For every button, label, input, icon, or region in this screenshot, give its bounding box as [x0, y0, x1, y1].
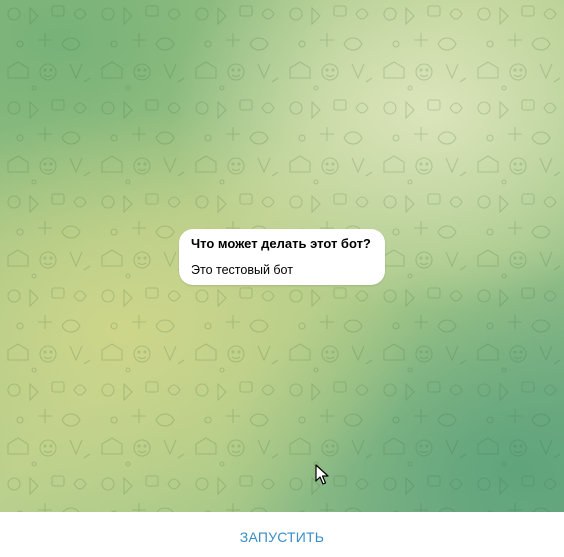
bot-info-description: Это тестовый бот — [191, 263, 293, 277]
telegram-chat-window: Что может делать этот бот? Это тестовый … — [0, 0, 564, 557]
bot-info-bubble: Что может делать этот бот? Это тестовый … — [179, 229, 385, 285]
mouse-pointer-icon — [315, 464, 329, 485]
bottom-action-bar: ЗАПУСТИТЬ — [0, 512, 564, 557]
bot-info-title: Что может делать этот бот? — [191, 236, 371, 251]
start-button[interactable]: ЗАПУСТИТЬ — [220, 521, 344, 553]
chat-background: Что может делать этот бот? Это тестовый … — [0, 0, 564, 512]
